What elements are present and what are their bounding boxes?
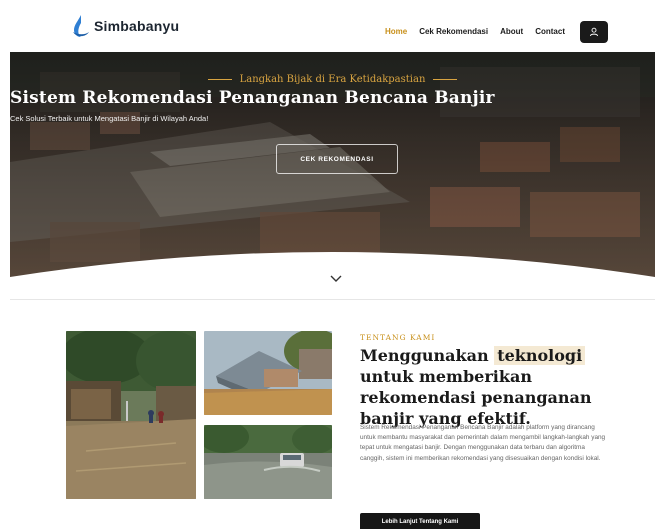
hero-subtitle: Cek Solusi Terbaik untuk Mengatasi Banji… — [10, 114, 209, 123]
navbar: Simbabanyu Home Cek Rekomendasi About Co… — [0, 0, 655, 52]
nav-item-cek-rekomendasi[interactable]: Cek Rekomendasi — [419, 27, 488, 36]
about-description: Sistem Rekomendasi Penanganan Bencana Ba… — [360, 424, 606, 462]
cek-rekomendasi-button[interactable]: CEK REKOMENDASI — [276, 144, 398, 174]
kicker-line-left — [207, 79, 232, 80]
about-title-part-2: untuk memberikan rekomendasi penanganan … — [360, 367, 592, 428]
about-section-label: TENTANG KAMI — [360, 333, 436, 342]
main-nav: Home Cek Rekomendasi About Contact — [385, 27, 565, 36]
about-title: Menggunakan teknologi untuk memberikan r… — [360, 345, 640, 429]
flooded-street-photo — [66, 331, 196, 499]
user-account-button[interactable] — [580, 21, 608, 43]
chevron-down-icon[interactable] — [329, 274, 343, 284]
about-title-highlight: teknologi — [494, 346, 586, 365]
flooded-road-car-photo — [204, 425, 332, 499]
kicker-line-right — [433, 79, 458, 80]
hero-title: Sistem Rekomendasi Penanganan Bencana Ba… — [10, 88, 495, 108]
hero-kicker-text: Langkah Bijak di Era Ketidakpastian — [239, 74, 426, 85]
section-divider — [10, 299, 655, 300]
about-more-button[interactable]: Lebih Lanjut Tentang Kami — [360, 513, 480, 529]
brand-name: Simbabanyu — [94, 18, 180, 34]
hero-kicker: Langkah Bijak di Era Ketidakpastian — [10, 74, 655, 85]
nav-item-home[interactable]: Home — [385, 27, 407, 36]
submerged-house-photo — [204, 331, 332, 415]
nav-item-contact[interactable]: Contact — [535, 27, 565, 36]
nav-item-about[interactable]: About — [500, 27, 523, 36]
about-title-part-1: Menggunakan — [360, 346, 489, 365]
water-drop-logo-icon — [73, 15, 89, 37]
brand-link[interactable]: Simbabanyu — [70, 14, 179, 38]
user-icon — [590, 27, 598, 37]
hero-section: Langkah Bijak di Era Ketidakpastian Sist… — [10, 52, 655, 290]
